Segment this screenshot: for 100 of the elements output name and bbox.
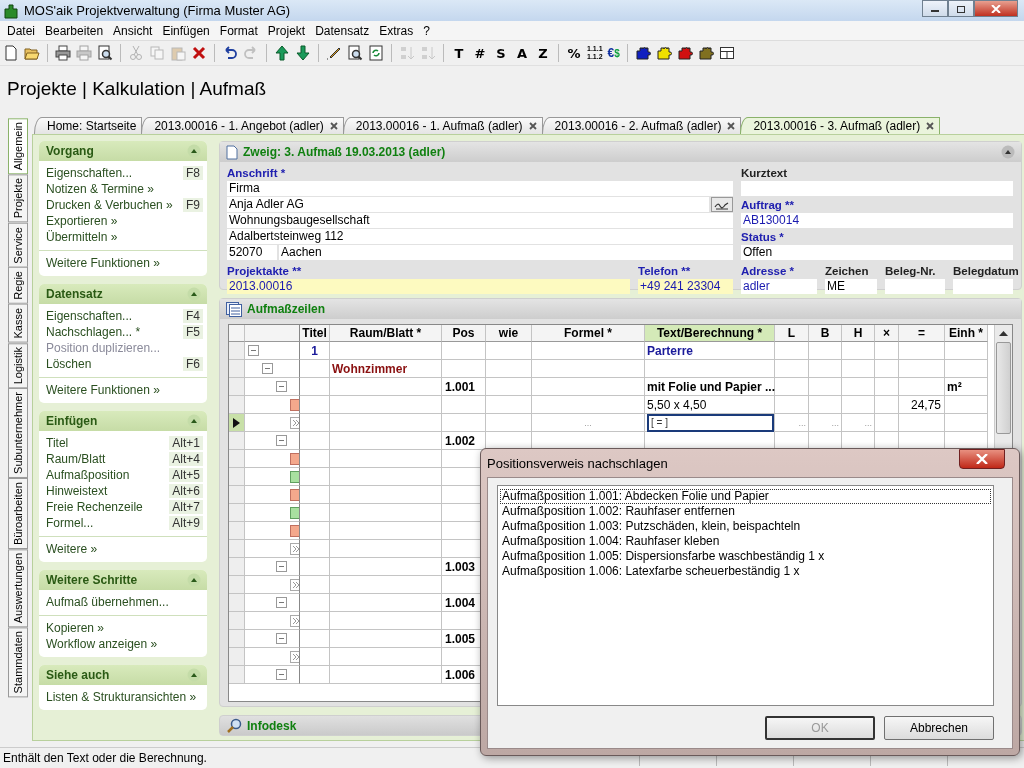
task-link[interactable]: Kopieren »	[46, 620, 203, 636]
side-tab[interactable]: Subunternehmer	[8, 388, 28, 478]
menu-item[interactable]: Einfügen	[157, 23, 215, 38]
menu-item[interactable]: Projekt	[262, 23, 311, 38]
task-link[interactable]: Nachschlagen... * F5	[46, 324, 203, 340]
task-label[interactable]: Exportieren »	[46, 214, 118, 228]
task-label[interactable]: Listen & Strukturansichten »	[46, 690, 197, 704]
side-tab[interactable]: Projekte	[8, 174, 28, 223]
task-link[interactable]: Listen & Strukturansichten »	[46, 689, 203, 705]
input-field[interactable]: +49 241 23304	[638, 279, 733, 294]
column-header[interactable]: Text/Berechnung *	[645, 325, 775, 342]
tab-label[interactable]: Home: Startseite	[47, 119, 137, 133]
task-label[interactable]: Aufmaß übernehmen...	[46, 595, 169, 609]
task-label[interactable]: Löschen	[46, 357, 92, 371]
menu-item[interactable]: Extras	[374, 23, 419, 38]
task-link[interactable]: Exportieren »	[46, 213, 203, 229]
side-tab[interactable]: Auswertungen	[8, 548, 28, 628]
side-tab[interactable]: Stammdaten	[8, 627, 28, 698]
document-tab[interactable]: 2013.00016 - 1. Aufmaß (adler)	[342, 117, 543, 134]
toolbar-button[interactable]: Z	[535, 45, 551, 61]
document-tab[interactable]: 2013.00016 - 2. Aufmaß (adler)	[541, 117, 742, 134]
input-field[interactable]: AB130014	[741, 213, 1013, 228]
task-label[interactable]: Weitere Funktionen »	[46, 256, 160, 270]
task-label[interactable]: Aufmaßposition	[46, 468, 130, 482]
list-item[interactable]: Aufmaßposition 1.003: Putzschäden, klein, beispachteln	[500, 519, 991, 534]
task-link[interactable]: Workflow anzeigen »	[46, 636, 203, 652]
task-label[interactable]: Drucken & Verbuchen »	[46, 198, 173, 212]
task-label[interactable]: Workflow anzeigen »	[46, 637, 158, 651]
task-label[interactable]: Übermitteln »	[46, 230, 118, 244]
address-field[interactable]: Anja Adler AG	[227, 197, 709, 212]
document-tab[interactable]: 2013.00016 - 1. Angebot (adler)	[141, 117, 344, 134]
tab-label[interactable]: 2013.00016 - 2. Aufmaß (adler)	[554, 119, 722, 133]
task-link[interactable]: Aufmaßposition Alt+5	[46, 467, 203, 483]
column-header[interactable]: B	[809, 325, 842, 342]
column-header[interactable]: =	[899, 325, 945, 342]
input-field[interactable]: 2013.00016	[227, 279, 630, 294]
input-field[interactable]: ME	[825, 279, 877, 294]
task-link[interactable]: Eigenschaften... F8	[46, 165, 203, 181]
address-field[interactable]: Adalbertsteinweg 112	[227, 229, 733, 244]
address-field[interactable]: Firma	[227, 181, 733, 196]
task-link[interactable]: Übermitteln »	[46, 229, 203, 245]
task-label[interactable]: Formel...	[46, 516, 94, 530]
tab-label[interactable]: 2013.00016 - 1. Angebot (adler)	[154, 119, 324, 133]
task-link[interactable]: Titel Alt+1	[46, 435, 203, 451]
task-link[interactable]: Aufmaß übernehmen...	[46, 594, 203, 610]
task-label[interactable]: Notizen & Termine »	[46, 182, 154, 196]
list-item[interactable]: Aufmaßposition 1.004: Rauhfaser kleben	[500, 534, 991, 549]
menu-item[interactable]: ?	[418, 23, 435, 38]
dialog-button[interactable]: Abbrechen	[884, 716, 994, 740]
column-header[interactable]: H	[842, 325, 875, 342]
task-label[interactable]: Weitere »	[46, 542, 98, 556]
tab-label[interactable]: 2013.00016 - 3. Aufmaß (adler)	[753, 119, 921, 133]
task-label[interactable]: Eigenschaften...	[46, 309, 133, 323]
side-tab[interactable]: Regie	[8, 267, 28, 305]
document-tab[interactable]: 2013.00016 - 3. Aufmaß (adler)	[740, 117, 941, 134]
column-header[interactable]: ×	[875, 325, 899, 342]
task-link[interactable]: Weitere Funktionen »	[46, 255, 203, 271]
menu-item[interactable]: Datensatz	[310, 23, 375, 38]
list-item[interactable]: Aufmaßposition 1.005: Dispersionsfarbe waschbeständig 1 x	[500, 549, 991, 564]
currency-button[interactable]: €$	[607, 46, 620, 60]
side-tab[interactable]: Service	[8, 222, 28, 268]
task-link[interactable]: Hinweistext Alt+6	[46, 483, 203, 499]
task-label[interactable]: Nachschlagen... *	[46, 325, 141, 339]
task-label[interactable]: Weitere Funktionen »	[46, 383, 160, 397]
task-link[interactable]: Notizen & Termine »	[46, 181, 203, 197]
column-header[interactable]: Formel *	[532, 325, 645, 342]
input-field[interactable]: adler	[741, 279, 817, 294]
task-link[interactable]: Raum/Blatt Alt+4	[46, 451, 203, 467]
input-field[interactable]: Offen	[741, 245, 1013, 260]
side-tab[interactable]: Allgemein	[8, 118, 28, 175]
document-tab[interactable]: Home: Startseite	[34, 117, 143, 134]
column-header[interactable]: Pos	[442, 325, 486, 342]
task-label[interactable]: Eigenschaften...	[46, 166, 133, 180]
toolbar-button[interactable]: A	[514, 45, 530, 61]
list-item[interactable]: Aufmaßposition 1.001: Abdecken Folie und Papier	[500, 489, 991, 504]
task-link[interactable]: Drucken & Verbuchen » F9	[46, 197, 203, 213]
zip-field[interactable]: 52070	[227, 245, 277, 260]
side-tab[interactable]: Kasse	[8, 304, 28, 343]
toolbar-button[interactable]: %	[566, 45, 582, 61]
list-item[interactable]: Aufmaßposition 1.002: Rauhfaser entfernen	[500, 504, 991, 519]
column-header[interactable]: L	[775, 325, 809, 342]
column-header[interactable]: Raum/Blatt *	[330, 325, 442, 342]
column-header[interactable]: wie	[486, 325, 532, 342]
side-tab[interactable]: Büroarbeiten	[8, 477, 28, 549]
task-label[interactable]: Kopieren »	[46, 621, 105, 635]
tab-label[interactable]: 2013.00016 - 1. Aufmaß (adler)	[355, 119, 523, 133]
task-label[interactable]: Hinweistext	[46, 484, 108, 498]
menu-item[interactable]: Datei	[2, 23, 40, 38]
task-link[interactable]: Weitere Funktionen »	[46, 382, 203, 398]
list-item[interactable]: Aufmaßposition 1.006: Latexfarbe scheuerbeständig 1 x	[500, 564, 991, 579]
city-field[interactable]: Aachen	[279, 245, 733, 260]
task-label[interactable]: Raum/Blatt	[46, 452, 106, 466]
side-tab[interactable]: Logistik	[8, 342, 28, 388]
task-link[interactable]: Freie Rechenzeile Alt+7	[46, 499, 203, 515]
task-label[interactable]: Freie Rechenzeile	[46, 500, 143, 514]
menu-item[interactable]: Format	[214, 23, 263, 38]
task-label[interactable]: Titel	[46, 436, 69, 450]
task-link[interactable]: Eigenschaften... F4	[46, 308, 203, 324]
column-header[interactable]: Titel	[300, 325, 330, 342]
menu-item[interactable]: Ansicht	[108, 23, 158, 38]
